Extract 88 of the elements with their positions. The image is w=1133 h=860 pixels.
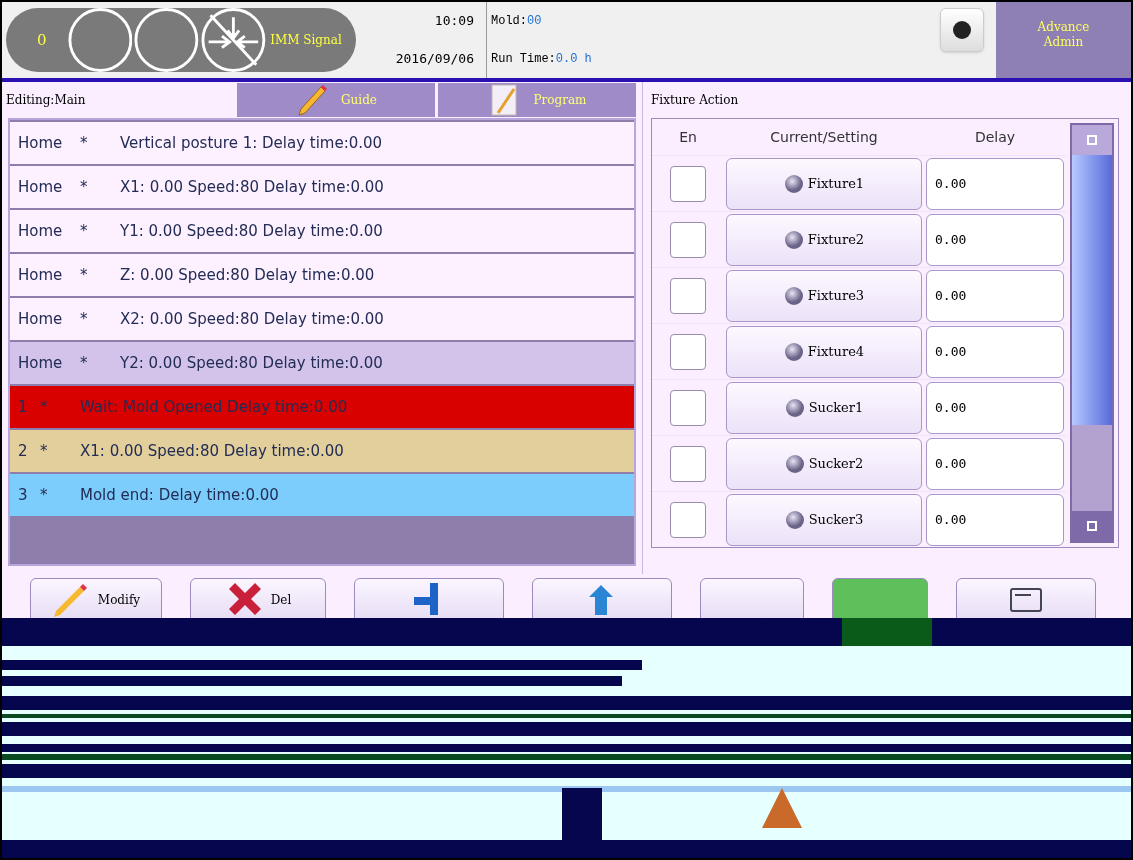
step-label: 3 <box>17 484 29 506</box>
column-header: Current/Setting <box>769 127 879 147</box>
enable-checkbox[interactable] <box>670 277 706 314</box>
fixture-button[interactable]: Sucker1 <box>726 381 922 434</box>
enable-checkbox[interactable] <box>670 165 706 202</box>
step-marker: * <box>40 396 49 418</box>
delay-field[interactable]: 0.00 <box>926 157 1064 210</box>
fixture-button[interactable]: Sucker3 <box>726 493 922 546</box>
step-description: X1: 0.00 Speed:80 Delay time:0.00 <box>80 440 344 462</box>
indicator-light-icon <box>783 229 804 250</box>
step-marker: * <box>80 308 89 330</box>
signal-label: IMM Signal <box>269 32 343 48</box>
step-marker: * <box>80 352 89 374</box>
program-row[interactable]: Home * X1: 0.00 Speed:80 Delay time:0.00 <box>10 166 634 208</box>
step-marker: * <box>80 264 89 286</box>
counter-text: 0 <box>36 29 48 51</box>
program-row[interactable]: Home * Vertical posture 1: Delay time:0.00 <box>10 122 634 164</box>
pencil-icon <box>295 83 330 117</box>
pencil-icon <box>51 581 90 619</box>
program-row[interactable]: Home * Z: 0.00 Speed:80 Delay time:0.00 <box>10 254 634 296</box>
date-text: 2016/09/06 <box>395 50 474 69</box>
scrollbar[interactable] <box>1070 123 1114 543</box>
step-label: Home <box>17 176 64 198</box>
scroll-thumb[interactable] <box>1072 155 1112 425</box>
fixture-button[interactable]: Fixture2 <box>726 213 922 266</box>
program-row[interactable]: Home * Y1: 0.00 Speed:80 Delay time:0.00 <box>10 210 634 252</box>
scroll-down-icon <box>1072 511 1112 541</box>
enable-checkbox[interactable] <box>670 389 706 426</box>
step-description: Mold end: Delay time:0.00 <box>80 484 279 506</box>
delay-field[interactable]: 0.00 <box>926 269 1064 322</box>
step-label: Home <box>17 132 64 154</box>
fixture-button[interactable]: Fixture4 <box>726 325 922 378</box>
column-header: Delay <box>973 127 1017 147</box>
indicator-light-icon <box>784 453 805 474</box>
enable-checkbox[interactable] <box>670 501 706 538</box>
column-header: En <box>678 127 698 147</box>
step-description: Y1: 0.00 Speed:80 Delay time:0.00 <box>120 220 383 242</box>
step-description: Z: 0.00 Speed:80 Delay time:0.00 <box>120 264 375 286</box>
user-level-label: Advance Admin <box>996 2 1131 78</box>
delay-field[interactable]: 0.00 <box>926 437 1064 490</box>
delay-field[interactable]: 0.00 <box>926 381 1064 434</box>
ring-icon <box>67 6 133 74</box>
scroll-up-icon <box>1072 125 1112 155</box>
step-marker: * <box>40 484 49 506</box>
step-description: Wait: Mold Opened Delay time:0.00 <box>80 396 348 418</box>
enable-checkbox[interactable] <box>670 221 706 258</box>
step-marker: * <box>40 440 49 462</box>
ring-icon <box>134 6 200 74</box>
panel-title: Fixture Action <box>651 92 740 109</box>
delay-field[interactable]: 0.00 <box>926 213 1064 266</box>
dot-icon <box>952 20 972 40</box>
step-description: X1: 0.00 Speed:80 Delay time:0.00 <box>120 176 384 198</box>
program-row[interactable]: Home * X2: 0.00 Speed:80 Delay time:0.00 <box>10 298 634 340</box>
step-marker: * <box>80 220 89 242</box>
run-time-value: 0.0 h <box>555 51 592 68</box>
editing-label: Editing:Main <box>5 92 87 109</box>
step-label: Home <box>17 264 64 286</box>
indicator-light-icon <box>783 173 804 194</box>
program-row[interactable]: 3 * Mold end: Delay time:0.00 <box>10 474 634 516</box>
indicator-light-icon <box>784 397 805 418</box>
step-label: Home <box>17 220 64 242</box>
fixture-button[interactable]: Sucker2 <box>726 437 922 490</box>
run-time-label: Run Time: <box>491 51 556 68</box>
mold-value: 00 <box>527 13 542 30</box>
step-marker: * <box>80 176 89 198</box>
step-label: Home <box>17 352 64 374</box>
record-button[interactable] <box>940 8 984 52</box>
indicator-light-icon <box>784 509 805 530</box>
step-label: Home <box>17 308 64 330</box>
step-description: Y2: 0.00 Speed:80 Delay time:0.00 <box>120 352 383 374</box>
step-description: X2: 0.00 Speed:80 Delay time:0.00 <box>120 308 384 330</box>
delay-field[interactable]: 0.00 <box>926 493 1064 546</box>
enable-checkbox[interactable] <box>670 333 706 370</box>
program-row[interactable]: 2 * X1: 0.00 Speed:80 Delay time:0.00 <box>10 430 634 472</box>
clock-time: 10:09 <box>434 12 474 31</box>
indicator-light-icon <box>783 341 804 362</box>
step-marker: * <box>80 132 89 154</box>
indicator-light-icon <box>783 285 804 306</box>
mold-clamp-icon <box>201 6 266 74</box>
step-label: 1 <box>17 396 29 418</box>
mold-label: Mold: <box>491 13 527 30</box>
step-description: Vertical posture 1: Delay time:0.00 <box>120 132 383 154</box>
step-label: 2 <box>17 440 29 462</box>
enable-checkbox[interactable] <box>670 445 706 482</box>
fixture-button[interactable]: Fixture1 <box>726 157 922 210</box>
fixture-button[interactable]: Fixture3 <box>726 269 922 322</box>
delay-field[interactable]: 0.00 <box>926 325 1064 378</box>
program-row[interactable]: Home * Y2: 0.00 Speed:80 Delay time:0.00 <box>10 342 634 384</box>
